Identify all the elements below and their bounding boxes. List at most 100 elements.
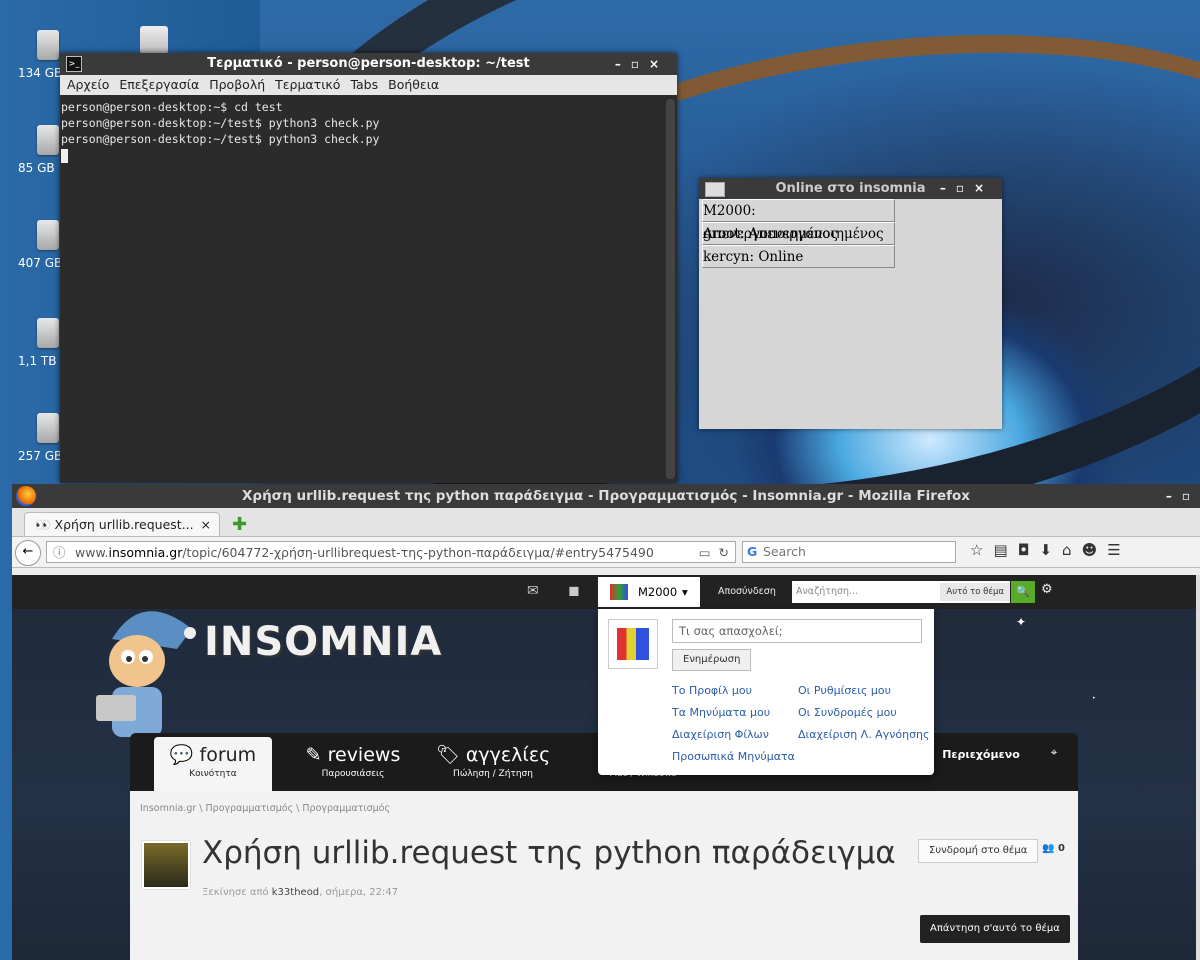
online-row: kercyn: Online — [702, 245, 895, 268]
terminal-line: person@person-desktop:~/test$ python3 ch… — [61, 116, 380, 130]
search-scope-select[interactable]: Αυτό το θέμα — [940, 583, 1010, 601]
page-title: Χρήση urllib.request της python παράδειγ… — [202, 835, 896, 871]
terminal-cursor — [61, 148, 68, 163]
online-title: Online στο insomnia — [775, 181, 926, 196]
google-icon: G — [747, 544, 758, 559]
online-row: M2000: Απενεργοποιημένος — [702, 199, 895, 242]
url-domain: insomnia.gr — [108, 545, 183, 560]
site-search-input[interactable]: Αναζήτηση... Αυτό το θέμα — [792, 581, 1010, 603]
ignore-list-link[interactable]: Διαχείριση Λ. Αγνόησης — [798, 728, 929, 741]
window-controls[interactable]: –▫ — [1166, 484, 1200, 508]
favicon-icon: 👀 — [35, 517, 55, 532]
window-controls[interactable]: –▫× — [615, 53, 669, 75]
url-path: /topic/604772-χρήση-urllibrequest-της-py… — [182, 545, 654, 560]
firefox-logo-icon — [16, 486, 36, 506]
my-messages-link[interactable]: Τα Μηνύματα μου — [672, 706, 770, 719]
browser-search-input[interactable]: G Search — [742, 541, 956, 563]
breadcrumb[interactable]: Insomnia.gr \ Προγραμματισμός \ Προγραμμ… — [140, 803, 390, 814]
new-tab-icon[interactable]: ✚ — [232, 514, 247, 535]
firefox-window: Χρήση urllib.request της python παράδειγ… — [12, 484, 1200, 960]
logout-link[interactable]: Αποσύνδεση — [718, 575, 776, 609]
author-avatar[interactable] — [142, 841, 190, 889]
window-icon — [705, 182, 725, 197]
my-profile-link[interactable]: Το Προφίλ μου — [672, 684, 752, 697]
terminal-window: >_ Τερματικό - person@person-desktop: ~/… — [60, 53, 677, 483]
drive-icon — [37, 30, 59, 60]
private-messages-link[interactable]: Προσωπικά Μηνύματα — [672, 750, 795, 763]
menu-file[interactable]: Αρχείο — [67, 77, 109, 92]
topic-content: Insomnia.gr \ Προγραμματισμός \ Προγραμμ… — [130, 791, 1078, 960]
insomnia-mascot — [82, 599, 202, 749]
user-avatar-large[interactable] — [608, 619, 658, 669]
online-row: groot: Απενεργοποιημένος — [702, 222, 895, 245]
reply-button[interactable]: Απάντηση σ'αυτό το θέμα — [920, 915, 1070, 943]
location-icon[interactable]: ⌖ — [1044, 737, 1064, 791]
online-window: Online στο insomnia –▫× M2000: Απενεργοπ… — [699, 178, 1002, 429]
home-folder-icon[interactable] — [140, 26, 168, 54]
terminal-title: Τερματικό - person@person-desktop: ~/tes… — [207, 56, 530, 71]
terminal-menubar: Αρχείο Επεξεργασία Προβολή Τερματικό Tabs Βοή… — [60, 75, 677, 95]
author-link[interactable]: k33theod — [272, 887, 319, 898]
update-status-button[interactable]: Ενημέρωση — [672, 649, 752, 671]
chevron-down-icon: ▾ — [682, 585, 688, 599]
drive-icon — [37, 413, 59, 443]
nav-tab-classifieds[interactable]: 🏷 αγγελίες Πώληση / Ζήτηση — [428, 737, 558, 791]
edit-icon: ✎ — [305, 744, 328, 766]
menu-edit[interactable]: Επεξεργασία — [119, 77, 199, 92]
terminal-line: person@person-desktop:~/test$ python3 ch… — [61, 132, 380, 146]
terminal-line: person@person-desktop:~$ cd test — [61, 100, 283, 114]
star-decoration: • — [1092, 695, 1096, 702]
star-decoration: ✦ — [1016, 615, 1027, 629]
mail-icon[interactable]: ✉ — [527, 583, 539, 599]
my-subscriptions-link[interactable]: Οι Συνδρομές μου — [798, 706, 897, 719]
nav-tab-reviews[interactable]: ✎ reviews Παρουσιάσεις — [288, 737, 418, 791]
info-icon[interactable]: ⓘ — [53, 542, 66, 562]
terminal-scrollbar[interactable] — [666, 99, 675, 479]
tab-active[interactable]: 👀 Χρήση urllib.request... × — [24, 512, 220, 536]
my-settings-link[interactable]: Οι Ρυθμίσεις μου — [798, 684, 891, 697]
window-controls[interactable]: –▫× — [940, 178, 994, 199]
tab-strip: 👀 Χρήση urllib.request... × ✚ — [12, 508, 1200, 537]
topic-meta: Ξεκίνησε από k33theod, σήμερα, 22:47 — [202, 887, 399, 898]
search-submit-button[interactable]: 🔍 — [1011, 581, 1035, 603]
drive-icon — [37, 125, 59, 155]
page-scrollbar[interactable] — [1196, 575, 1200, 960]
reader-reload-icons[interactable]: ▭ ↻ — [694, 542, 729, 562]
search-placeholder: Search — [763, 544, 806, 559]
menu-help[interactable]: Βοήθεια — [388, 77, 439, 92]
user-dropdown-menu: Τι σας απασχολεί; Ενημέρωση Το Προφίλ μο… — [598, 609, 934, 775]
tab-close-icon[interactable]: × — [201, 513, 211, 537]
gear-icon[interactable]: ⚙ — [1041, 582, 1053, 597]
notification-icon[interactable]: ◼ — [568, 583, 580, 599]
terminal-output[interactable]: person@person-desktop:~$ cd test person@p… — [60, 97, 663, 483]
nav-tab-forum[interactable]: 💬 forum Κοινότητα — [154, 737, 272, 791]
tag-icon: 🏷 — [435, 744, 466, 766]
user-menu-button[interactable]: M2000 ▾ — [598, 577, 700, 607]
follow-topic-button[interactable]: Συνδρομή στο θέμα — [918, 839, 1039, 863]
terminal-titlebar[interactable]: >_ Τερματικό - person@person-desktop: ~/… — [60, 53, 677, 75]
tab-label: Χρήση urllib.request... — [54, 517, 194, 532]
menu-view[interactable]: Προβολή — [209, 77, 265, 92]
firefox-title: Χρήση urllib.request της python παράδειγ… — [242, 488, 970, 504]
chat-icon: 💬 — [169, 744, 200, 766]
online-titlebar[interactable]: Online στο insomnia –▫× — [699, 178, 1002, 199]
menu-terminal[interactable]: Τερματικό — [275, 77, 340, 92]
follower-count: 👥 0 — [1042, 843, 1065, 854]
menu-tabs[interactable]: Tabs — [350, 77, 378, 92]
toolbar-icons[interactable]: ☆▤◘⬇⌂☻☰ — [970, 541, 1131, 559]
web-page: ✉ ◼ M2000 ▾ Αποσύνδεση Αναζήτηση... Αυτό… — [12, 575, 1196, 960]
site-logo[interactable]: INSOMNIA — [204, 619, 442, 665]
url-bar[interactable]: ⓘ www.insomnia.gr/topic/604772-χρήση-url… — [46, 541, 736, 563]
avatar-image — [617, 628, 649, 660]
drive-icon — [37, 220, 59, 250]
drive-icon — [37, 318, 59, 348]
navigation-toolbar: ← ⓘ www.insomnia.gr/topic/604772-χρήση-u… — [12, 537, 1200, 568]
back-button[interactable]: ← — [15, 540, 41, 566]
terminal-icon: >_ — [66, 56, 82, 72]
user-avatar-icon — [610, 584, 628, 600]
status-input[interactable]: Τι σας απασχολεί; — [672, 619, 922, 643]
nav-tab-content[interactable]: Περιεχόμενο — [936, 737, 1026, 791]
manage-friends-link[interactable]: Διαχείριση Φίλων — [672, 728, 769, 741]
url-prefix: www. — [75, 545, 109, 560]
firefox-titlebar[interactable]: Χρήση urllib.request της python παράδειγ… — [12, 484, 1200, 508]
